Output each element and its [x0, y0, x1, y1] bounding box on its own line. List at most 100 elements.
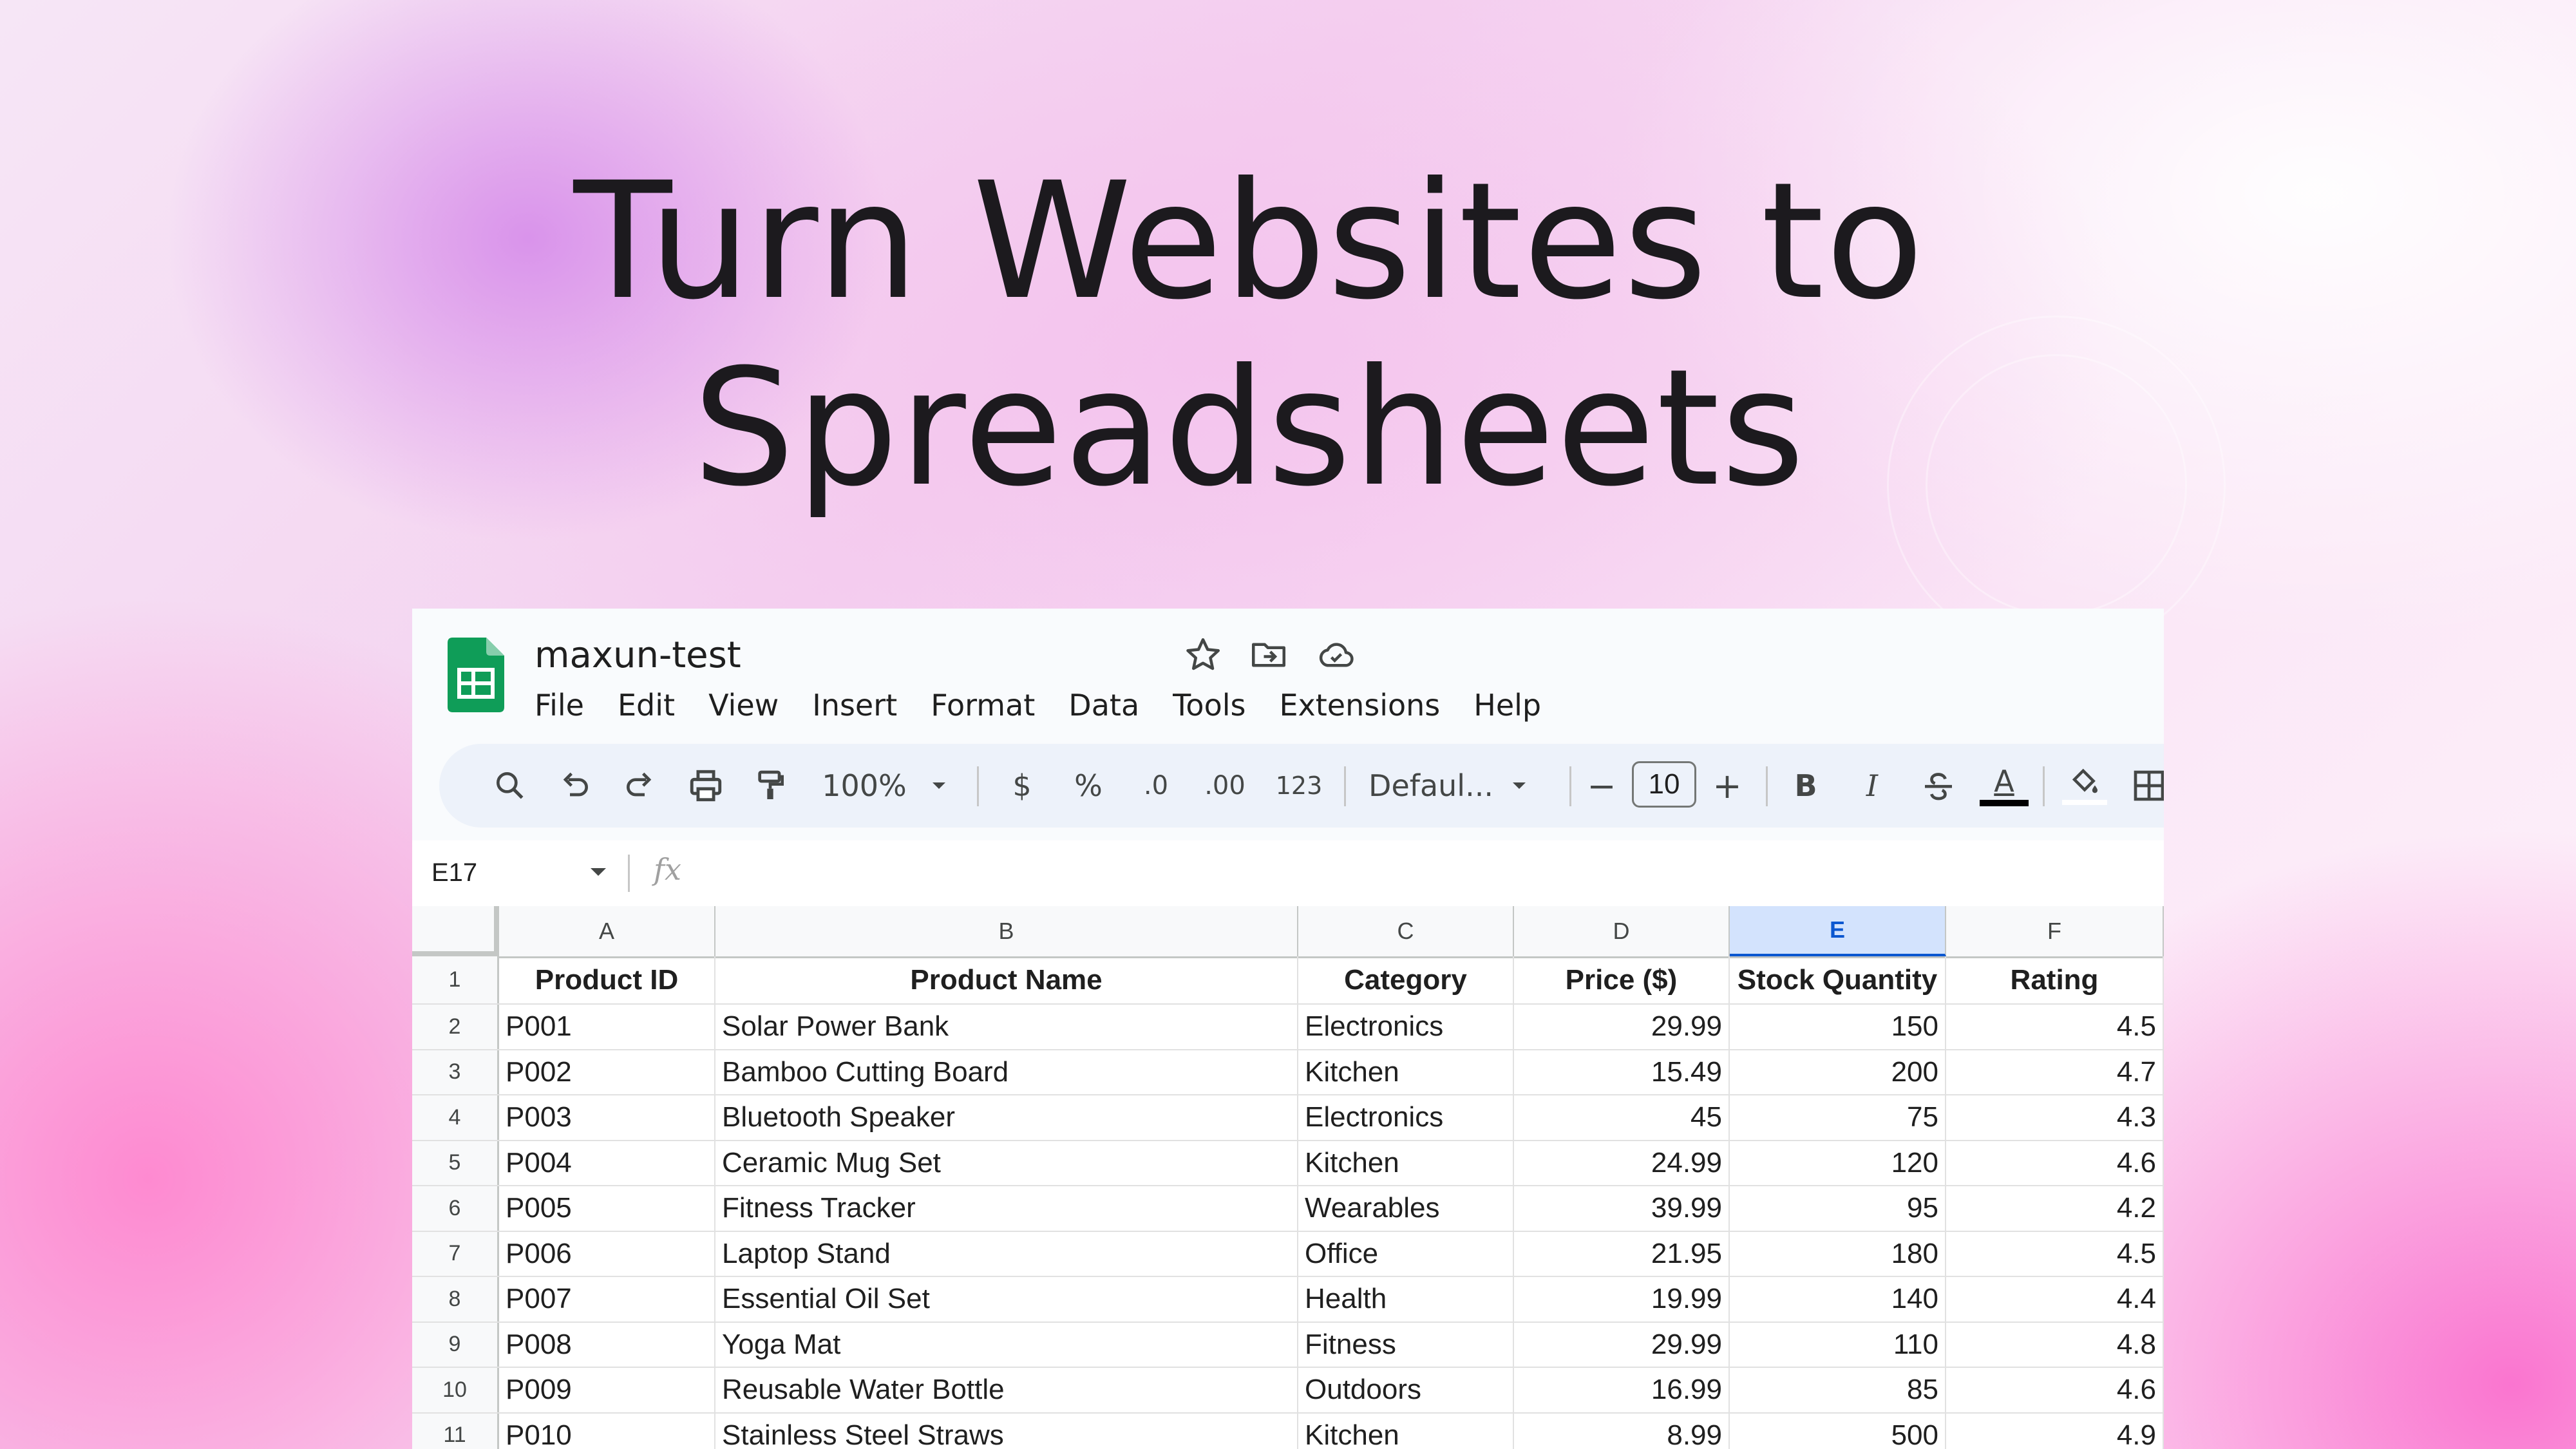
table-cell[interactable]: P010 — [499, 1413, 715, 1449]
search-menus-button[interactable] — [484, 744, 536, 828]
table-cell[interactable]: 4.9 — [1946, 1413, 2164, 1449]
star-icon[interactable] — [1184, 636, 1222, 674]
number-format-button[interactable]: 123 — [1267, 744, 1331, 828]
menu-format[interactable]: Format — [931, 683, 1035, 728]
table-cell[interactable]: Outdoors — [1298, 1368, 1514, 1412]
name-box[interactable]: E17 — [431, 858, 477, 887]
table-cell[interactable]: 29.99 — [1514, 1005, 1730, 1049]
header-cell[interactable]: Category — [1298, 956, 1514, 1003]
row-header[interactable]: 5 — [412, 1141, 499, 1185]
table-cell[interactable]: Kitchen — [1298, 1050, 1514, 1094]
table-cell[interactable]: P007 — [499, 1277, 715, 1321]
decrease-font-size-button[interactable]: − — [1579, 744, 1624, 828]
table-cell[interactable]: 150 — [1730, 1005, 1946, 1049]
percent-format-button[interactable]: % — [1063, 744, 1114, 828]
table-cell[interactable]: Electronics — [1298, 1005, 1514, 1049]
column-header-b[interactable]: B — [715, 906, 1298, 956]
table-cell[interactable]: 21.95 — [1514, 1231, 1730, 1276]
table-cell[interactable]: Yoga Mat — [715, 1322, 1298, 1367]
table-cell[interactable]: Health — [1298, 1277, 1514, 1321]
table-cell[interactable]: 200 — [1730, 1050, 1946, 1094]
table-cell[interactable]: 8.99 — [1514, 1413, 1730, 1449]
table-cell[interactable]: 180 — [1730, 1231, 1946, 1276]
table-cell[interactable]: P004 — [499, 1141, 715, 1185]
font-family-select[interactable]: Defaul... — [1354, 744, 1547, 828]
table-cell[interactable]: Laptop Stand — [715, 1231, 1298, 1276]
column-header-e[interactable]: E — [1730, 906, 1946, 956]
table-cell[interactable]: 15.49 — [1514, 1050, 1730, 1094]
table-cell[interactable]: Bamboo Cutting Board — [715, 1050, 1298, 1094]
column-header-a[interactable]: A — [499, 906, 715, 956]
zoom-select[interactable]: 100% — [816, 744, 958, 828]
table-cell[interactable]: 120 — [1730, 1141, 1946, 1185]
menu-tools[interactable]: Tools — [1173, 683, 1245, 728]
sheets-logo-icon[interactable] — [448, 638, 504, 712]
increase-decimal-button[interactable]: .00 — [1193, 744, 1257, 828]
table-cell[interactable]: P001 — [499, 1005, 715, 1049]
row-header[interactable]: 4 — [412, 1095, 499, 1140]
row-header[interactable]: 11 — [412, 1413, 499, 1449]
menu-edit[interactable]: Edit — [618, 683, 675, 728]
bold-button[interactable]: B — [1780, 744, 1832, 828]
undo-button[interactable] — [549, 744, 600, 828]
column-header-d[interactable]: D — [1514, 906, 1730, 956]
table-cell[interactable]: 29.99 — [1514, 1322, 1730, 1367]
font-size-input[interactable]: 10 — [1632, 761, 1696, 808]
table-cell[interactable]: Reusable Water Bottle — [715, 1368, 1298, 1412]
header-cell[interactable]: Product ID — [499, 956, 715, 1003]
table-cell[interactable]: 110 — [1730, 1322, 1946, 1367]
row-header[interactable]: 9 — [412, 1322, 499, 1367]
table-cell[interactable]: Office — [1298, 1231, 1514, 1276]
table-cell[interactable]: Fitness — [1298, 1322, 1514, 1367]
table-cell[interactable]: 4.6 — [1946, 1141, 2164, 1185]
table-cell[interactable]: 4.4 — [1946, 1277, 2164, 1321]
italic-button[interactable]: I — [1846, 744, 1898, 828]
strikethrough-button[interactable] — [1913, 744, 1964, 828]
move-to-folder-icon[interactable] — [1249, 636, 1288, 674]
table-cell[interactable]: 95 — [1730, 1186, 1946, 1231]
table-cell[interactable]: 24.99 — [1514, 1141, 1730, 1185]
menu-data[interactable]: Data — [1068, 683, 1139, 728]
column-header-c[interactable]: C — [1298, 906, 1514, 956]
menu-help[interactable]: Help — [1473, 683, 1541, 728]
table-cell[interactable]: P006 — [499, 1231, 715, 1276]
table-cell[interactable]: Fitness Tracker — [715, 1186, 1298, 1231]
table-cell[interactable]: P005 — [499, 1186, 715, 1231]
increase-font-size-button[interactable]: + — [1705, 744, 1750, 828]
row-header[interactable]: 10 — [412, 1368, 499, 1412]
table-cell[interactable]: 19.99 — [1514, 1277, 1730, 1321]
table-cell[interactable]: Ceramic Mug Set — [715, 1141, 1298, 1185]
table-cell[interactable]: 16.99 — [1514, 1368, 1730, 1412]
redo-button[interactable] — [614, 744, 666, 828]
column-header-f[interactable]: F — [1946, 906, 2164, 956]
table-cell[interactable]: 4.6 — [1946, 1368, 2164, 1412]
table-cell[interactable]: P002 — [499, 1050, 715, 1094]
table-cell[interactable]: Kitchen — [1298, 1413, 1514, 1449]
table-cell[interactable]: Bluetooth Speaker — [715, 1095, 1298, 1140]
borders-button[interactable] — [2123, 744, 2164, 828]
table-cell[interactable]: 85 — [1730, 1368, 1946, 1412]
table-cell[interactable]: 4.2 — [1946, 1186, 2164, 1231]
table-cell[interactable]: Electronics — [1298, 1095, 1514, 1140]
table-cell[interactable]: Solar Power Bank — [715, 1005, 1298, 1049]
menu-insert[interactable]: Insert — [812, 683, 897, 728]
select-all-corner[interactable] — [412, 906, 499, 956]
table-cell[interactable]: 4.5 — [1946, 1005, 2164, 1049]
table-cell[interactable]: P009 — [499, 1368, 715, 1412]
paint-format-button[interactable] — [744, 744, 796, 828]
decrease-decimal-button[interactable]: .0 — [1127, 744, 1185, 828]
table-cell[interactable]: 4.7 — [1946, 1050, 2164, 1094]
menu-view[interactable]: View — [708, 683, 779, 728]
header-cell[interactable]: Price ($) — [1514, 956, 1730, 1003]
table-cell[interactable]: Kitchen — [1298, 1141, 1514, 1185]
row-header[interactable]: 8 — [412, 1277, 499, 1321]
table-cell[interactable]: 4.8 — [1946, 1322, 2164, 1367]
table-cell[interactable]: P008 — [499, 1322, 715, 1367]
text-color-button[interactable]: A — [1978, 744, 2030, 828]
row-header[interactable]: 3 — [412, 1050, 499, 1094]
fill-color-button[interactable] — [2059, 744, 2110, 828]
header-cell[interactable]: Stock Quantity — [1730, 956, 1946, 1003]
table-cell[interactable]: 45 — [1514, 1095, 1730, 1140]
header-cell[interactable]: Product Name — [715, 956, 1298, 1003]
row-header[interactable]: 2 — [412, 1005, 499, 1049]
